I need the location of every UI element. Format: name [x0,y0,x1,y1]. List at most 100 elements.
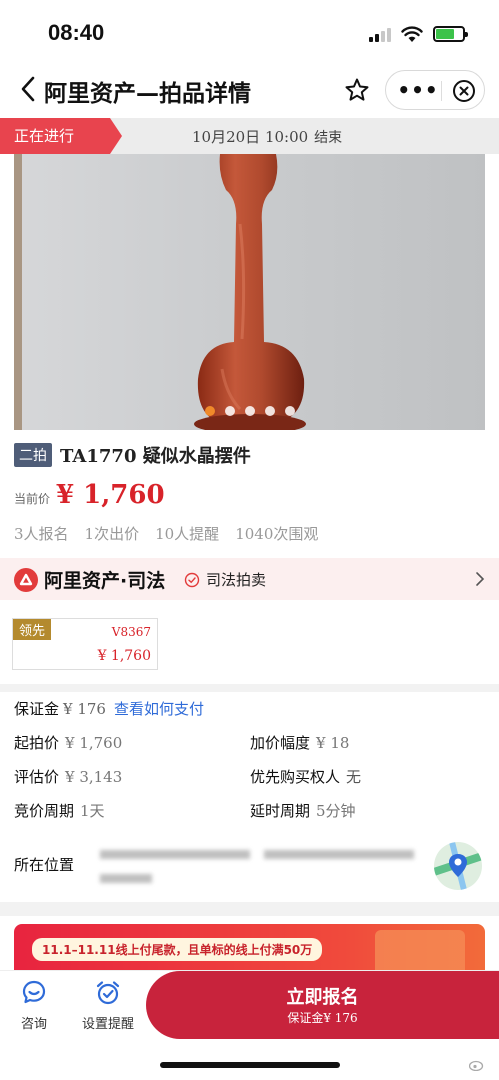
stat-reminders: 10人提醒 [155,525,220,543]
favorite-button[interactable] [339,72,375,108]
delay-cycle-value: 5分钟 [316,802,356,820]
promo-text: 11.1–11.11线上付尾款，且单标的线上付满50万 [32,938,323,961]
end-time-value: 10月20日 10:00 [192,128,309,146]
delay-cycle-label: 延时周期 [250,802,311,820]
status-icons [369,24,468,44]
lot-photo [14,154,485,430]
court-brand: 阿里资产·司法 [44,570,166,592]
lot-name: 疑似水晶摆件 [142,446,251,467]
set-reminder-button[interactable]: 设置提醒 [82,979,134,1032]
location-address-redacted [96,850,416,894]
appraisal-label: 评估价 [14,768,60,786]
current-price-row: 当前价 ¥ 1,760 [14,480,165,510]
register-deposit-label: 保证金 [287,1011,324,1025]
set-reminder-label: 设置提醒 [82,1017,135,1032]
live-status-tag: 正在进行 [0,118,122,154]
delay-cycle-field: 延时周期 5分钟 [250,800,356,821]
stat-registrations: 3人报名 [14,525,69,543]
chevron-right-icon [476,572,485,586]
section-divider [0,684,499,692]
lot-title: TA1770 疑似水晶摆件 [60,442,251,468]
section-divider [0,902,499,916]
court-logo: 阿里资产·司法 [14,566,165,593]
leading-tag: 领先 [13,619,52,640]
register-now-button[interactable]: 立即报名 保证金¥ 176 [146,971,499,1039]
increment-label: 加价幅度 [250,734,311,752]
deposit-label: 保证金 [14,700,60,718]
carousel-dot[interactable] [284,406,295,416]
start-price-value: ¥ 1,760 [65,734,123,752]
close-circle-icon [453,80,475,102]
carousel-dots [14,406,485,416]
consult-button[interactable]: 咨询 [20,979,48,1032]
register-now-label: 立即报名 [286,987,359,1008]
register-deposit: 保证金¥ 176 [146,1009,499,1026]
back-icon[interactable] [18,74,40,104]
leading-bid-card[interactable]: 领先 V8367 ¥ 1,760 [12,618,158,670]
auction-status-strip: 正在进行 10月20日 10:00 结束 [0,118,499,154]
weibo-watermark [469,1058,485,1071]
consult-icon [22,980,46,1004]
priority-buyer-label: 优先购买权人 [250,768,341,786]
cellular-signal-icon [369,26,391,42]
bid-cycle-field: 竞价周期 1天 [14,800,105,821]
map-button[interactable] [434,842,482,890]
consult-label: 咨询 [20,1017,47,1032]
lot-title-row: 二拍 TA1770 疑似水晶摆件 [14,442,251,468]
carousel-dot[interactable] [224,406,235,416]
live-status-label: 正在进行 [14,127,75,145]
lot-code: TA1770 [60,446,137,467]
weibo-logo-icon [469,1060,484,1071]
carousel-dot[interactable] [204,406,215,416]
check-circle-icon [184,572,200,587]
appraisal-value: ¥ 3,143 [65,768,123,786]
more-button[interactable]: ••• [397,71,438,109]
wifi-icon [401,25,423,42]
mini-program-capsule: ••• [385,70,485,110]
start-price-label: 起拍价 [14,734,60,752]
map-location-icon [434,842,482,890]
deposit-value: ¥ 176 [63,700,106,718]
star-icon [345,78,369,101]
increment-field: 加价幅度 ¥ 18 [250,732,349,753]
stat-bids: 1次出价 [84,525,140,543]
ali-assets-logo-icon [14,567,38,592]
priority-buyer-value: 无 [346,768,362,786]
increment-value: ¥ 18 [316,734,350,752]
battery-icon [433,26,468,42]
end-time: 10月20日 10:00 结束 [192,126,342,147]
bid-cycle-label: 竞价周期 [14,802,75,820]
round-badge: 二拍 [14,443,52,467]
auction-info: 保证金 ¥ 176 查看如何支付 起拍价 ¥ 1,760 加价幅度 ¥ 18 评估价 ¥ … [0,692,499,902]
register-deposit-value: ¥ 176 [323,1011,358,1025]
status-bar: 08:40 [0,0,499,62]
carousel-dot[interactable] [244,406,255,416]
lot-image-carousel[interactable] [14,154,485,430]
current-price-label: 当前价 [14,492,51,506]
home-indicator[interactable] [160,1062,340,1068]
current-price: ¥ 1,760 [56,480,165,510]
status-time: 08:40 [48,20,105,45]
close-button[interactable] [446,73,482,109]
stat-views: 1040次围观 [235,525,319,543]
lot-stats: 3人报名 1次出价 10人提醒 1040次围观 [14,523,318,544]
nav-bar: 阿里资产—拍品详情 ••• [0,62,499,118]
bid-amount: ¥ 1,760 [97,648,151,664]
alarm-clock-icon [96,981,120,1005]
capsule-divider [441,81,442,101]
carousel-dot[interactable] [264,406,275,416]
bottom-action-bar: 咨询 设置提醒 立即报名 保证金¥ 176 [0,970,499,1040]
judicial-auction-label: 司法拍卖 [206,571,267,589]
bid-cycle-value: 1天 [80,802,105,820]
judicial-auction-tag: 司法拍卖 [184,569,266,590]
how-to-pay-link[interactable]: 查看如何支付 [114,700,204,718]
start-price-field: 起拍价 ¥ 1,760 [14,732,122,753]
end-time-suffix: 结束 [314,130,343,146]
deposit-row: 保证金 ¥ 176 查看如何支付 [14,698,204,719]
bidder-code: V8367 [111,625,151,639]
location-label: 所在位置 [14,856,75,874]
appraisal-field: 评估价 ¥ 3,143 [14,766,122,787]
court-auction-bar[interactable]: 阿里资产·司法 司法拍卖 [0,558,499,600]
priority-buyer-field: 优先购买权人无 [250,766,361,787]
page-title: 阿里资产—拍品详情 [44,81,251,107]
